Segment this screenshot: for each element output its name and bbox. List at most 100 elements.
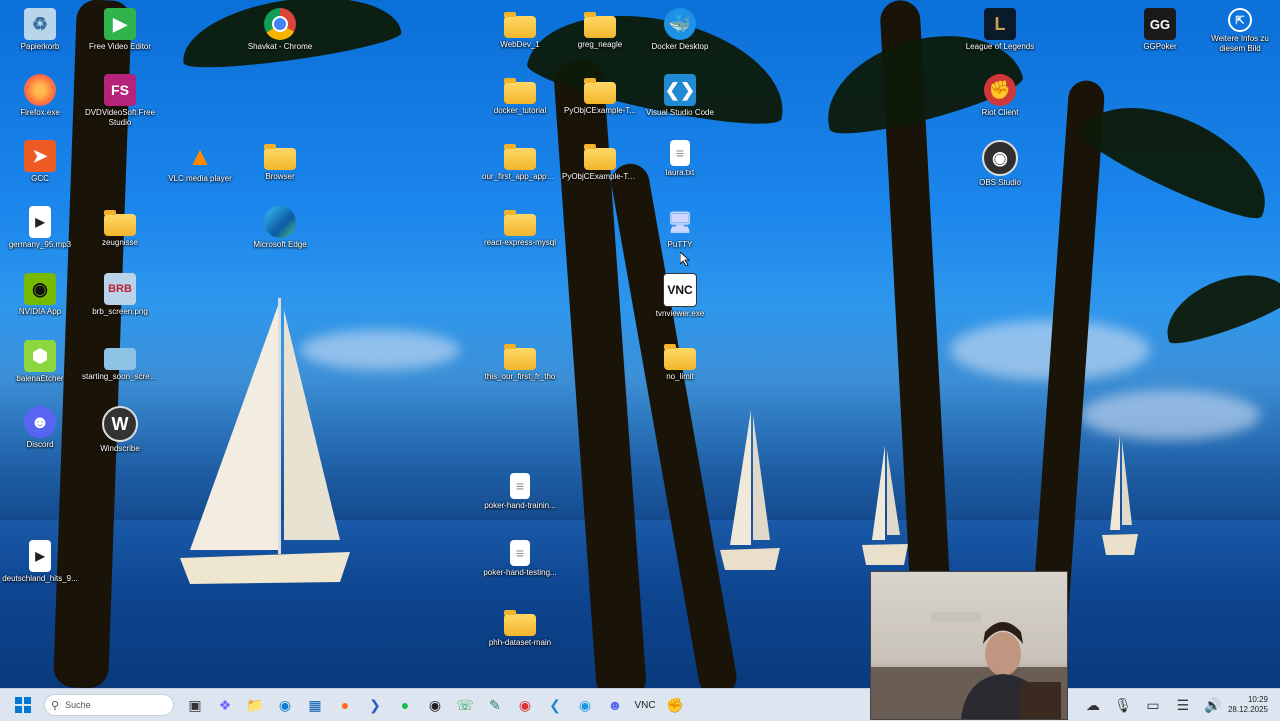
desktop-icon-windscribe[interactable]: W Windscribe xyxy=(82,406,158,454)
search-input[interactable]: ⚲ Suche xyxy=(44,694,174,716)
audio-file-icon: ▶ xyxy=(29,540,51,572)
text-file-icon xyxy=(510,540,530,566)
desktop-file-brb-screen[interactable]: BRB brb_screen.png xyxy=(82,273,158,317)
dvdvideosoft-icon: FS xyxy=(104,74,136,106)
ggpoker-icon: GG xyxy=(1144,8,1176,40)
desktop-icon-gcc[interactable]: ➤ GCC xyxy=(2,140,78,184)
task-view-icon[interactable]: ▣ xyxy=(182,692,208,718)
desktop-folder-our-first-app[interactable]: our_first_app_appar... xyxy=(482,140,558,182)
windows-icon xyxy=(15,697,31,713)
chrome-icon[interactable]: ◉ xyxy=(512,692,538,718)
clock-date: 28.12.2025 xyxy=(1227,705,1268,714)
video-editor-icon: ▶ xyxy=(104,8,136,40)
desktop-icon-putty[interactable]: 🖥 PuTTY xyxy=(642,206,718,250)
vlc-icon: ▲ xyxy=(187,140,213,171)
copilot-icon[interactable]: ❖ xyxy=(212,692,238,718)
docker-icon: 🐳 xyxy=(664,8,696,40)
desktop-icon-balena-etcher[interactable]: ⬢ balenaEtcher xyxy=(2,340,78,384)
putty-icon: 🖥 xyxy=(667,211,693,234)
desktop-folder-browser[interactable]: Browser xyxy=(242,140,318,182)
clock[interactable]: 10:29 28.12.2025 xyxy=(1228,695,1268,715)
desktop-file-poker-hand-testing[interactable]: poker-hand-testing... xyxy=(482,540,558,578)
desktop-file-starting-soon[interactable]: starting_soon_scree... xyxy=(82,340,158,382)
webcam-overlay xyxy=(870,571,1068,720)
discord-icon: ☻ xyxy=(24,406,56,438)
discord-icon[interactable]: ☻ xyxy=(602,692,628,718)
desktop-folder-this-our-first[interactable]: this_our_first_fr_tho xyxy=(482,340,558,382)
folder-icon xyxy=(264,144,296,170)
desktop-icon-dvdvideosoft[interactable]: FS DVDVideoSoft Free Studio xyxy=(82,74,158,128)
text-file-icon xyxy=(510,473,530,499)
desktop-folder-phh-dataset[interactable]: phh-dataset-main xyxy=(482,606,558,648)
desktop-folder-pyobjc-todo[interactable]: PyObjCExample-Todo xyxy=(562,140,638,182)
file-explorer-icon[interactable]: 📁 xyxy=(242,692,268,718)
image-file-icon xyxy=(104,348,136,370)
desktop-folder-pyobjc-t[interactable]: PyObjCExample-T... xyxy=(562,74,638,116)
desktop-icon-docker-desktop[interactable]: 🐳 Docker Desktop xyxy=(642,8,718,52)
folder-icon xyxy=(504,210,536,236)
desktop-folder-docker-tutorial[interactable]: docker_tutorial xyxy=(482,74,558,116)
desktop-folder-greg-neagle[interactable]: greg_neagle xyxy=(562,8,638,50)
desktop-icon-tvnviewer[interactable]: VNC tvnviewer.exe xyxy=(642,273,718,319)
whatsapp-icon[interactable]: ☏ xyxy=(452,692,478,718)
vnc-icon[interactable]: VNC xyxy=(632,692,658,718)
sailboat-image xyxy=(1102,435,1138,555)
desktop-icon-nvidia-app[interactable]: ◉ NVIDIA App xyxy=(2,273,78,317)
desktop-icon-obs-studio[interactable]: ◉ OBS Studio xyxy=(962,140,1038,188)
display-icon[interactable]: ▭ xyxy=(1140,692,1166,718)
desktop-icon-microsoft-edge[interactable]: Microsoft Edge xyxy=(242,206,318,250)
sailboat-image xyxy=(720,410,780,570)
image-file-icon: BRB xyxy=(104,273,136,305)
start-button[interactable] xyxy=(10,692,36,718)
desktop-icon-ggpoker[interactable]: GG GGPoker xyxy=(1122,8,1198,52)
desktop-icon-vscode[interactable]: ❮❯ Visual Studio Code xyxy=(642,74,718,118)
text-file-icon xyxy=(670,140,690,166)
folder-icon xyxy=(104,210,136,236)
desktop-file-deutschland-hits[interactable]: ▶ deutschland_hits_9... xyxy=(2,540,78,584)
folder-icon xyxy=(584,78,616,104)
desktop-icon-papierkorb[interactable]: ♻ Papierkorb xyxy=(2,8,78,52)
vscode-icon: ❮❯ xyxy=(664,74,696,106)
desktop-file-germany-95[interactable]: ▶ germany_95.mp3 xyxy=(2,206,78,250)
desktop-folder-webdev-1[interactable]: WebDev_1 xyxy=(482,8,558,50)
desktop-file-laura-txt[interactable]: laura.txt xyxy=(642,140,718,178)
firefox-icon[interactable]: ● xyxy=(332,692,358,718)
edge-icon[interactable]: ◉ xyxy=(272,692,298,718)
nvidia-icon: ◉ xyxy=(24,273,56,305)
riot-icon[interactable]: ✊ xyxy=(662,692,688,718)
store-icon[interactable]: ▦ xyxy=(302,692,328,718)
desktop-icon-weitere-infos[interactable]: ⇱ Weitere Infos zu diesem Bild xyxy=(1202,8,1278,54)
network-icon[interactable]: ☰ xyxy=(1170,692,1196,718)
desktop-icon-discord[interactable]: ☻ Discord xyxy=(2,406,78,450)
obs-icon[interactable]: ◉ xyxy=(422,692,448,718)
notepad-icon[interactable]: ✎ xyxy=(482,692,508,718)
info-icon: ⇱ xyxy=(1228,8,1252,32)
cloud-icon[interactable]: ☁ xyxy=(1080,692,1106,718)
desktop-file-poker-hand-training[interactable]: poker-hand-trainin... xyxy=(482,473,558,511)
vscode-icon[interactable]: ❮ xyxy=(542,692,568,718)
folder-icon xyxy=(504,610,536,636)
desktop-icon-firefox[interactable]: Firefox.exe xyxy=(2,74,78,118)
desktop-folder-no-limit[interactable]: no_limit xyxy=(642,340,718,382)
balena-icon: ⬢ xyxy=(24,340,56,372)
mouse-cursor xyxy=(680,252,690,266)
spotify-icon[interactable]: ● xyxy=(392,692,418,718)
windscribe-icon: W xyxy=(102,406,138,442)
clock-time: 10:29 xyxy=(1247,695,1268,704)
edge-alt-icon[interactable]: ◉ xyxy=(572,692,598,718)
audio-file-icon: ▶ xyxy=(29,206,51,238)
desktop-icon-vlc[interactable]: ▲ VLC media player xyxy=(162,140,238,184)
league-icon: L xyxy=(984,8,1016,40)
sailboat-image xyxy=(180,298,350,584)
volume-icon[interactable]: 🔊 xyxy=(1200,692,1226,718)
microphone-icon[interactable]: 🎙 xyxy=(1110,692,1136,718)
desktop-icon-free-video-editor[interactable]: ▶ Free Video Editor xyxy=(82,8,158,52)
desktop-icon-league-of-legends[interactable]: L League of Legends xyxy=(962,8,1038,52)
palm-frond xyxy=(1155,259,1280,351)
desktop-icon-riot-client[interactable]: ✊ Riot Client xyxy=(962,74,1038,118)
desktop-icon-shavkat-chrome[interactable]: Shavkat - Chrome xyxy=(242,8,318,52)
desktop-folder-react-express-mysql[interactable]: react-express-mysql xyxy=(482,206,558,248)
terminal-icon[interactable]: ❯ xyxy=(362,692,388,718)
folder-icon xyxy=(504,12,536,38)
desktop-folder-zeugnisse[interactable]: zeugnisse xyxy=(82,206,158,248)
